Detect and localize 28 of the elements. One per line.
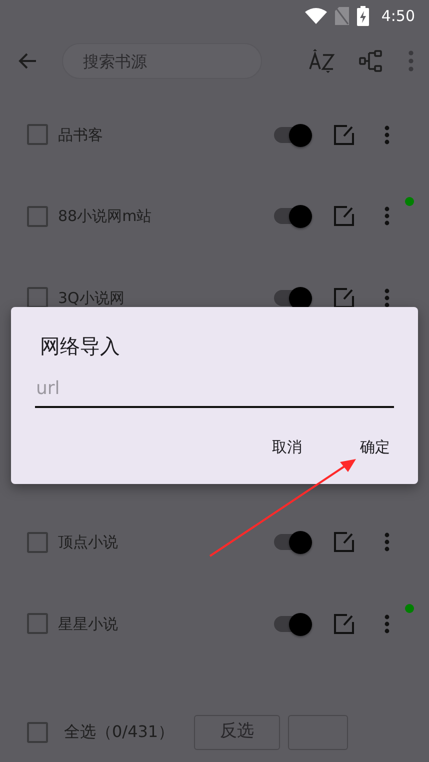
select-all-label: 全选（0/431） bbox=[64, 721, 174, 743]
confirm-button[interactable]: 确定 bbox=[350, 430, 400, 464]
checkbox[interactable] bbox=[27, 532, 48, 553]
more-menu-icon[interactable] bbox=[384, 288, 390, 308]
cancel-button[interactable]: 取消 bbox=[262, 430, 312, 464]
source-name: 星星小说 bbox=[58, 614, 119, 634]
tree-structure-icon[interactable] bbox=[359, 49, 383, 73]
wifi-icon bbox=[305, 8, 328, 24]
back-arrow-icon[interactable] bbox=[18, 51, 38, 71]
source-name: 顶点小说 bbox=[58, 532, 119, 553]
edit-icon[interactable] bbox=[334, 288, 354, 308]
dialog-title: 网络导入 bbox=[39, 333, 121, 360]
checkbox[interactable] bbox=[27, 722, 48, 742]
toggle-switch[interactable] bbox=[272, 612, 312, 635]
toggle-switch[interactable] bbox=[272, 205, 312, 228]
toggle-switch[interactable] bbox=[272, 531, 312, 554]
checkbox[interactable] bbox=[27, 124, 48, 146]
source-name: 品书客 bbox=[58, 124, 104, 146]
checkbox[interactable] bbox=[27, 206, 48, 227]
url-field[interactable]: url bbox=[35, 371, 394, 408]
source-name: 3Q小说网 bbox=[58, 288, 126, 308]
sort-az-icon[interactable] bbox=[309, 48, 335, 74]
clock-time: 4:50 bbox=[381, 6, 415, 27]
toggle-switch[interactable] bbox=[272, 124, 312, 146]
source-name: 88小说网m站 bbox=[58, 206, 153, 227]
battery-icon bbox=[357, 6, 370, 26]
no-sim-icon bbox=[335, 7, 350, 25]
checkbox[interactable] bbox=[27, 613, 48, 634]
